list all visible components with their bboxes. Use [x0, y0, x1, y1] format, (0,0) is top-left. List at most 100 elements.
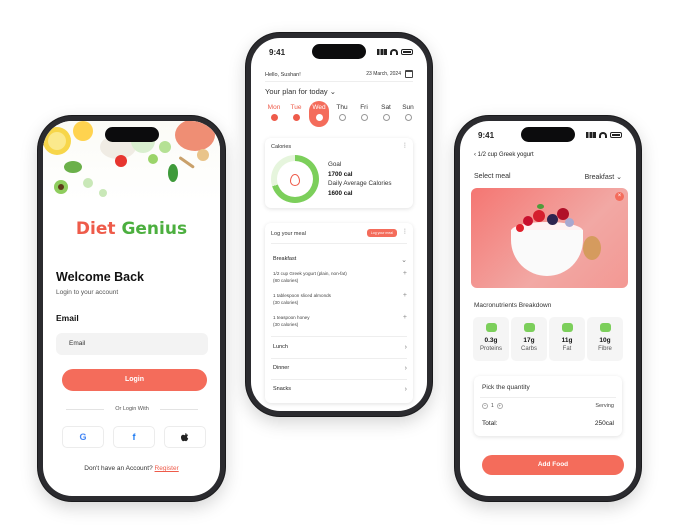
meal-item-cal: (30 calories) — [273, 299, 299, 305]
snacks-row[interactable]: Snacks › — [273, 386, 407, 393]
macro-icon — [599, 323, 611, 332]
day-fri[interactable]: Fri — [355, 104, 373, 127]
signal-icon — [586, 132, 596, 138]
add-icon[interactable]: + — [403, 314, 407, 328]
empty-circle-icon — [404, 114, 412, 121]
day-wed[interactable]: Wed — [309, 101, 329, 127]
macro-label: Fibre — [598, 346, 612, 352]
macro-card: 17g Carbs — [511, 317, 547, 361]
day-thu[interactable]: Thu — [333, 104, 351, 127]
back-header[interactable]: ‹ 1/2 cup Greek yogurt — [474, 152, 534, 158]
logo-part2: Genius — [121, 219, 188, 239]
dynamic-island — [312, 44, 366, 59]
chevron-right-icon: › — [404, 344, 407, 351]
logo-part1: Diet — [75, 219, 116, 239]
divider — [271, 243, 407, 244]
date-text: 23 March, 2024 — [366, 71, 401, 77]
register-link[interactable]: Register — [155, 465, 179, 472]
meal-item-name: 1 teaspoon honey — [273, 315, 310, 320]
login-button[interactable]: Login — [62, 369, 207, 391]
meal-item: 1 tablespoon sliced almonds (30 calories)… — [273, 292, 407, 306]
check-icon — [270, 114, 278, 121]
log-meal-badge[interactable]: Log your meal — [366, 229, 397, 237]
page-subtitle: Login to your account — [56, 289, 119, 296]
macro-card: 11g Fat — [549, 317, 585, 361]
berry — [565, 218, 574, 227]
facebook-login-button[interactable]: f — [113, 426, 155, 448]
berry — [516, 224, 524, 232]
empty-circle-icon — [360, 114, 368, 121]
food-detail-phone: 9:41 ‹ 1/2 cup Greek yogurt Select meal … — [455, 116, 641, 501]
select-meal-label: Select meal — [474, 173, 511, 180]
day-label: Wed — [312, 104, 326, 111]
add-icon[interactable]: + — [403, 270, 407, 284]
macro-icon — [561, 323, 573, 332]
day-label: Sun — [402, 104, 414, 111]
day-label: Mon — [267, 104, 281, 111]
day-tue[interactable]: Tue — [287, 104, 305, 127]
bowl — [511, 230, 583, 276]
close-icon[interactable]: × — [615, 192, 624, 201]
berry — [533, 210, 545, 222]
apple-login-button[interactable] — [164, 426, 206, 448]
status-icons — [377, 49, 413, 55]
meal-select[interactable]: Breakfast ⌄ — [585, 173, 622, 181]
day-sun[interactable]: Sun — [399, 104, 417, 127]
status-time: 9:41 — [478, 130, 495, 140]
macro-value: 10g — [599, 337, 611, 344]
chevron-right-icon: › — [404, 386, 407, 393]
lunch-row[interactable]: Lunch › — [273, 344, 407, 351]
quantity-title: Pick the quantity — [482, 384, 530, 391]
mint-leaf — [537, 204, 544, 209]
page-title: Welcome Back — [56, 270, 145, 284]
date-picker[interactable]: 23 March, 2024 — [366, 70, 413, 78]
meal-item: 1/2 cup Greek yogurt (plain, non-fat) (80… — [273, 270, 407, 284]
email-field[interactable]: Email — [56, 333, 208, 355]
check-icon — [292, 114, 300, 121]
day-mon[interactable]: Mon — [265, 104, 283, 127]
calories-title: Calories — [271, 144, 292, 150]
chevron-right-icon: › — [404, 365, 407, 372]
plan-dropdown[interactable]: Your plan for today ⌄ — [265, 87, 336, 96]
add-food-button[interactable]: Add Food — [482, 455, 624, 475]
dynamic-island — [521, 127, 575, 142]
breakfast-label: Breakfast — [273, 256, 297, 262]
meal-item-cal: (80 calories) — [273, 277, 299, 283]
avg-value: 1600 cal — [328, 189, 353, 197]
battery-icon — [610, 132, 622, 138]
goal-label: Goal — [328, 161, 342, 168]
berry — [523, 216, 533, 226]
dinner-row[interactable]: Dinner › — [273, 365, 407, 372]
decrement-button[interactable]: − — [482, 403, 488, 409]
plan-phone: 9:41 Hello, Sushan! 23 March, 2024 Your … — [246, 33, 432, 416]
or-login-with-divider: Or Login With — [56, 406, 208, 412]
dinner-label: Dinner — [273, 365, 290, 371]
serving-label: Serving — [595, 403, 614, 409]
total-label: Total: — [482, 420, 498, 427]
google-icon: G — [79, 432, 87, 442]
macro-label: Carbs — [520, 346, 537, 352]
macro-value: 11g — [561, 337, 573, 344]
plan-screen: 9:41 Hello, Sushan! 23 March, 2024 Your … — [251, 38, 427, 411]
divider — [480, 397, 616, 398]
day-sat[interactable]: Sat — [377, 104, 395, 127]
day-label: Fri — [360, 104, 368, 111]
breakfast-row[interactable]: Breakfast ⌄ — [273, 256, 407, 264]
more-options-icon[interactable]: ⋮ — [402, 142, 408, 149]
plan-heading: Your plan for today — [265, 87, 328, 96]
macro-card: 0.3g Proteins — [473, 317, 509, 361]
google-login-button[interactable]: G — [62, 426, 104, 448]
increment-button[interactable]: + — [496, 403, 503, 409]
email-label: Email — [56, 313, 79, 323]
divider — [265, 81, 413, 82]
food-title: 1/2 cup Greek yogurt — [477, 152, 534, 158]
divider — [271, 358, 407, 359]
meal-item-name: 1 tablespoon sliced almonds — [273, 293, 331, 298]
status-icons — [586, 132, 622, 138]
wifi-icon — [599, 132, 607, 138]
chevron-down-icon: ⌄ — [329, 87, 337, 96]
macro-label: Proteins — [479, 346, 502, 352]
signal-icon — [377, 49, 387, 55]
more-options-icon[interactable]: ⋮ — [402, 228, 408, 235]
add-icon[interactable]: + — [403, 292, 407, 306]
